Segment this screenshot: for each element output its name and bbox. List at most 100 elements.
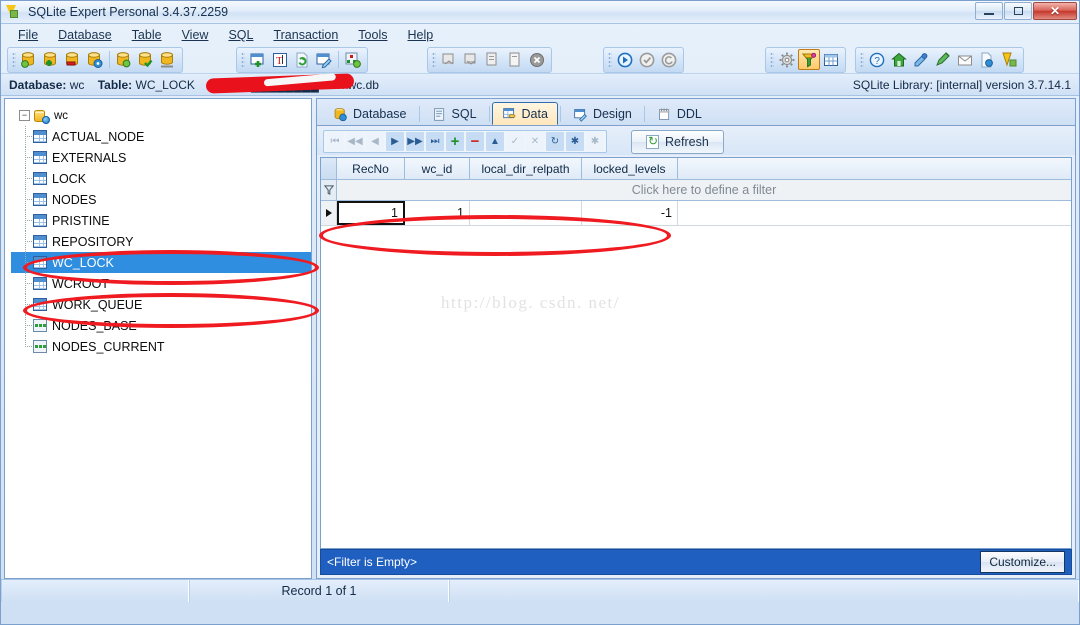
application-window: SQLite Expert Personal 3.4.37.2259 ✕ Fil… [0,0,1080,625]
menu-sql[interactable]: SQL [219,25,262,45]
cell-wc-id[interactable]: 1 [405,201,470,225]
post-edit-button[interactable]: ✓ [506,132,524,151]
cell-local-dir-relpath[interactable] [470,201,582,225]
next-page-button[interactable]: ▶▶ [406,132,424,151]
prior-record-button[interactable]: ◀ [366,132,384,151]
blob-button[interactable]: ✱ [566,132,584,151]
tab-ddl[interactable]: DDL [647,102,712,125]
column-header-local-dir-relpath[interactable]: local_dir_relpath [470,158,582,179]
minimize-button[interactable] [975,2,1003,20]
menu-transaction[interactable]: Transaction [264,25,347,45]
cell-recno[interactable]: 1 [337,201,405,225]
export-icon[interactable] [460,49,482,70]
tree-line [25,315,34,336]
refresh-record-button[interactable]: ↻ [546,132,564,151]
close-button[interactable]: ✕ [1033,2,1077,20]
menu-help[interactable]: Help [398,25,442,45]
toolbar-grip[interactable] [241,52,245,68]
toolbar-grip[interactable] [860,52,864,68]
menu-tools[interactable]: Tools [349,25,396,45]
tree-item-pristine[interactable]: PRISTINE [11,210,311,231]
tab-design[interactable]: Design [563,102,642,125]
feedback-icon[interactable] [910,49,932,70]
design-table-icon[interactable] [313,49,335,70]
toolbar-grip[interactable] [608,52,612,68]
grid-indicator-gutter [321,158,337,179]
begin-transaction-icon[interactable] [614,49,636,70]
logo-icon[interactable] [998,49,1020,70]
close-database-icon[interactable] [62,49,84,70]
insert-record-button[interactable]: + [446,132,464,151]
rename-object-icon[interactable]: T [269,49,291,70]
tree-item-lock[interactable]: LOCK [11,168,311,189]
status-bar: Record 1 of 1 [1,579,1079,602]
tree-item-nodes-base[interactable]: NODES_BASE [11,315,311,336]
toolbar-grip[interactable] [770,52,774,68]
menu-database[interactable]: Database [49,25,121,45]
restore-button[interactable] [1004,2,1032,20]
tree-item-work-queue[interactable]: WORK_QUEUE [11,294,311,315]
table-row[interactable]: 1 1 -1 [321,201,1071,226]
tree-item-nodes[interactable]: NODES [11,189,311,210]
cancel-edit-button[interactable]: ✕ [526,132,544,151]
filter-funnel-icon[interactable] [798,49,820,70]
column-header-recno[interactable]: RecNo [337,158,405,179]
object-tree-panel[interactable]: − wc ACTUAL_NODE EXTERNALS L [4,98,312,579]
column-header-wc-id[interactable]: wc_id [405,158,470,179]
tab-label: DDL [677,107,702,121]
tree-item-wc-lock[interactable]: WC_LOCK [11,252,311,273]
verify-database-icon[interactable] [135,49,157,70]
next-record-button[interactable]: ▶ [386,132,404,151]
prior-page-button[interactable]: ◀◀ [346,132,364,151]
grid-filter-row[interactable]: Click here to define a filter [321,180,1071,201]
new-database-icon[interactable] [40,49,62,70]
refresh-button[interactable]: Refresh [631,130,724,154]
column-header-locked-levels[interactable]: locked_levels [582,158,678,179]
open-database-icon[interactable] [18,49,40,70]
compact-database-icon[interactable] [157,49,179,70]
edit-record-button[interactable]: ▲ [486,132,504,151]
menu-table[interactable]: Table [123,25,171,45]
help-icon[interactable]: ? [866,49,888,70]
tree-item-repository[interactable]: REPOSITORY [11,231,311,252]
first-record-button[interactable]: ⏮ [326,132,344,151]
options-gear-icon[interactable] [776,49,798,70]
register-icon[interactable] [932,49,954,70]
delete-record-button[interactable]: − [466,132,484,151]
last-record-button[interactable]: ⏭ [426,132,444,151]
cell-locked-levels[interactable]: -1 [582,201,678,225]
filter-placeholder[interactable]: Click here to define a filter [337,180,1071,200]
tree-item-wcroot[interactable]: WCROOT [11,273,311,294]
tab-database[interactable]: Database [323,102,417,125]
export-data-icon[interactable] [504,49,526,70]
tree-expander-icon[interactable]: − [19,110,30,121]
tree-item-nodes-current[interactable]: NODES_CURRENT [11,336,311,357]
grid-layout-icon[interactable] [820,49,842,70]
refresh-object-icon[interactable] [291,49,313,70]
new-table-icon[interactable] [247,49,269,70]
mail-icon[interactable] [954,49,976,70]
tree-item-externals[interactable]: EXTERNALS [11,147,311,168]
tree-item-actual-node[interactable]: ACTUAL_NODE [11,126,311,147]
cancel-icon[interactable] [526,49,548,70]
rollback-transaction-icon[interactable] [658,49,680,70]
import-data-icon[interactable] [482,49,504,70]
attach-database-icon[interactable] [113,49,135,70]
toolbar-grip[interactable] [12,52,16,68]
tab-data[interactable]: Data [492,102,558,125]
clear-blob-button[interactable]: ✱ [586,132,604,151]
import-icon[interactable] [438,49,460,70]
tab-sql[interactable]: SQL [422,102,487,125]
new-view-icon[interactable] [342,49,364,70]
tree-root-wc[interactable]: − wc [11,105,311,126]
menu-view[interactable]: View [173,25,218,45]
customize-button[interactable]: Customize... [980,551,1065,573]
about-icon[interactable] [976,49,998,70]
toolbar-grip[interactable] [432,52,436,68]
menu-file[interactable]: File [9,25,47,45]
commit-transaction-icon[interactable] [636,49,658,70]
filter-status-bar[interactable]: <Filter is Empty> Customize... [320,549,1072,575]
data-grid[interactable]: RecNo wc_id local_dir_relpath locked_lev… [320,157,1072,549]
home-icon[interactable] [888,49,910,70]
database-properties-icon[interactable] [84,49,106,70]
